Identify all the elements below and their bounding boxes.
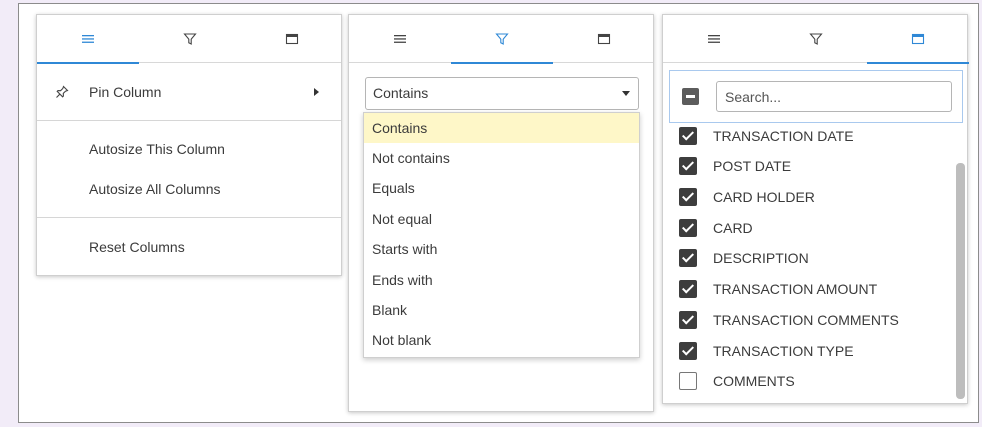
- tab-general[interactable]: [349, 15, 451, 63]
- submenu-arrow-icon: [314, 88, 319, 96]
- column-menu-filter: Contains Contains Not contains Equals No…: [348, 14, 654, 412]
- column-checkbox[interactable]: [679, 249, 697, 267]
- column-label: COMMENTS: [713, 373, 795, 389]
- menu-tabs: [37, 15, 343, 64]
- tab-filter[interactable]: [139, 15, 241, 63]
- filter-type-options: Contains Not contains Equals Not equal S…: [363, 112, 640, 358]
- menu-item-reset-columns[interactable]: Reset Columns: [37, 237, 341, 257]
- menu-lines-icon: [82, 35, 94, 43]
- filter-option[interactable]: Not blank: [364, 325, 639, 355]
- column-checkbox[interactable]: [679, 127, 697, 145]
- filter-funnel-icon: [809, 33, 823, 45]
- menu-lines-icon: [394, 35, 406, 43]
- column-checkbox[interactable]: [679, 219, 697, 237]
- columns-icon: [911, 33, 925, 45]
- reset-columns-label: Reset Columns: [89, 239, 185, 255]
- column-list-scrollbar[interactable]: [956, 163, 965, 399]
- tab-columns[interactable]: [241, 15, 343, 63]
- column-checkbox[interactable]: [679, 372, 697, 390]
- filter-option[interactable]: Starts with: [364, 234, 639, 264]
- filter-option[interactable]: Ends with: [364, 265, 639, 295]
- filter-option[interactable]: Not contains: [364, 143, 639, 173]
- filter-option[interactable]: Blank: [364, 295, 639, 325]
- chevron-down-icon: [622, 91, 630, 96]
- column-checkbox[interactable]: [679, 280, 697, 298]
- column-label: CARD HOLDER: [713, 189, 815, 205]
- column-label: DESCRIPTION: [713, 250, 809, 266]
- column-label: TRANSACTION TYPE: [713, 343, 854, 359]
- column-label: TRANSACTION AMOUNT: [713, 281, 878, 297]
- tab-general[interactable]: [663, 15, 765, 63]
- select-all-checkbox[interactable]: [682, 88, 699, 105]
- column-label: CARD: [713, 220, 753, 236]
- filter-funnel-icon: [495, 33, 509, 45]
- column-menu-general: Pin Column Autosize This Column Autosize…: [36, 14, 342, 276]
- column-search-input[interactable]: [716, 81, 952, 112]
- column-label: TRANSACTION DATE: [713, 128, 854, 144]
- pin-column-label: Pin Column: [89, 84, 162, 100]
- menu-item-autosize-this[interactable]: Autosize This Column: [37, 139, 341, 159]
- menu-separator: [37, 217, 341, 218]
- menu-item-pin-column[interactable]: Pin Column: [37, 82, 341, 102]
- menu-item-autosize-all[interactable]: Autosize All Columns: [37, 179, 341, 199]
- tab-general[interactable]: [37, 15, 139, 64]
- autosize-all-label: Autosize All Columns: [89, 181, 221, 197]
- column-checkbox[interactable]: [679, 311, 697, 329]
- tab-columns[interactable]: [553, 15, 655, 63]
- column-checkbox[interactable]: [679, 188, 697, 206]
- tab-filter[interactable]: [451, 15, 553, 64]
- filter-option[interactable]: Equals: [364, 173, 639, 203]
- filter-option[interactable]: Contains: [364, 113, 639, 143]
- column-label: TRANSACTION COMMENTS: [713, 312, 899, 328]
- column-search-bar: [669, 70, 963, 123]
- menu-separator: [37, 120, 341, 121]
- column-checkbox[interactable]: [679, 342, 697, 360]
- menu-lines-icon: [708, 35, 720, 43]
- tab-filter[interactable]: [765, 15, 867, 63]
- columns-icon: [285, 33, 299, 45]
- filter-funnel-icon: [183, 33, 197, 45]
- menu-tabs: [349, 15, 655, 64]
- menu-tabs: [663, 15, 969, 64]
- column-menu-columns: TRANSACTION DATE POST DATE CARD HOLDER C…: [662, 14, 969, 404]
- column-checkbox[interactable]: [679, 157, 697, 175]
- autosize-this-label: Autosize This Column: [89, 141, 225, 157]
- columns-icon: [597, 33, 611, 45]
- column-label: POST DATE: [713, 158, 792, 174]
- filter-option[interactable]: Not equal: [364, 204, 639, 234]
- tab-columns[interactable]: [867, 15, 969, 64]
- filter-type-value: Contains: [373, 85, 429, 101]
- filter-type-select[interactable]: Contains: [365, 77, 639, 110]
- pin-icon: [56, 85, 69, 98]
